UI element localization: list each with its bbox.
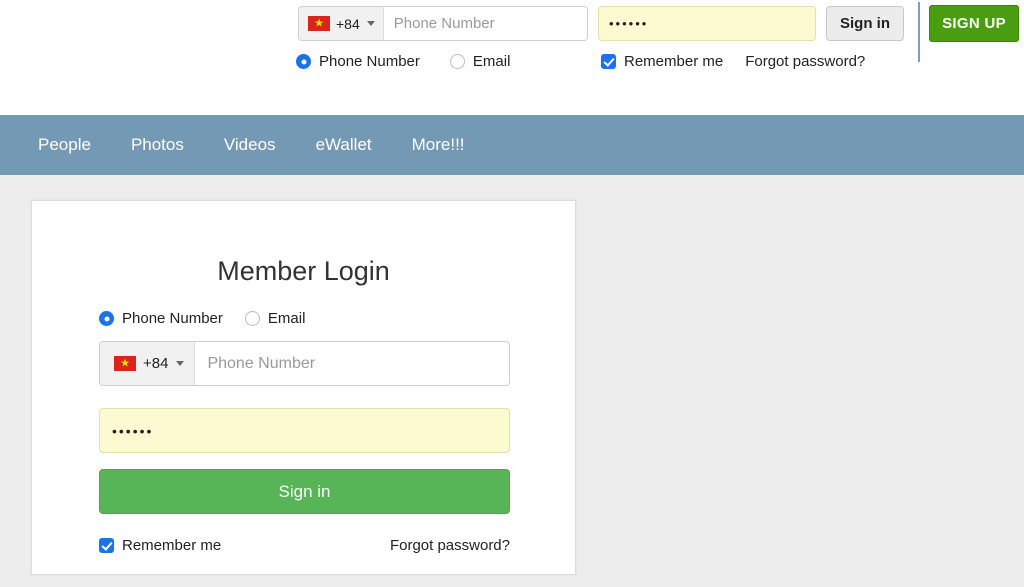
header-signin-button[interactable]: Sign in [826, 6, 904, 41]
radio-unselected-icon [449, 54, 465, 69]
card-dial-code: +84 [143, 355, 169, 372]
card-phone-input-group[interactable]: ★ +84 [99, 341, 510, 386]
nav-item-people[interactable]: People [18, 135, 111, 155]
card-radio-phone-label: Phone Number [122, 310, 223, 327]
header-forgot-password-link[interactable]: Forgot password? [745, 53, 865, 70]
radio-unselected-icon [244, 311, 260, 326]
flag-star-glyph: ★ [120, 357, 130, 369]
card-country-code-selector[interactable]: ★ +84 [100, 342, 196, 385]
card-signin-button[interactable]: Sign in [99, 469, 510, 514]
header-divider [918, 2, 920, 62]
nav-item-photos[interactable]: Photos [111, 135, 204, 155]
card-radio-phone[interactable]: Phone Number [99, 310, 223, 327]
card-radio-email-label: Email [267, 310, 306, 327]
page-content: Member Login Phone Number Email ★ +84 Ph… [0, 175, 1024, 587]
header-login-type-radios: Phone Number Email [296, 53, 510, 70]
flag-star-glyph: ★ [314, 17, 324, 29]
nav-item-more[interactable]: More!!! [392, 135, 485, 155]
member-login-card: Member Login Phone Number Email ★ +84 Ph… [31, 200, 576, 575]
checkbox-checked-icon [601, 54, 616, 69]
radio-selected-icon [99, 311, 114, 326]
page-title: Member Login [217, 256, 390, 286]
header-remember-me-checkbox[interactable]: Remember me [601, 53, 723, 70]
top-header: ★ +84 Sign in SIGN UP Phone Number Email [0, 0, 1024, 115]
header-remember-row: Remember me Forgot password? [601, 53, 865, 70]
main-navbar: People Photos Videos eWallet More!!! [0, 115, 1024, 175]
card-radio-email[interactable]: Email [244, 310, 306, 327]
card-password-input[interactable] [99, 408, 510, 453]
header-remember-me-label: Remember me [624, 53, 724, 70]
header-radio-phone[interactable]: Phone Number [296, 53, 420, 70]
checkbox-checked-icon [99, 538, 114, 553]
header-country-code-selector[interactable]: ★ +84 [299, 7, 384, 40]
vietnam-flag-icon: ★ [308, 16, 330, 31]
chevron-down-icon [176, 361, 185, 366]
card-bottom-row: Remember me Forgot password? [99, 537, 510, 554]
header-phone-input-group[interactable]: ★ +84 [298, 6, 588, 41]
chevron-down-icon [366, 21, 375, 26]
card-forgot-password-link[interactable]: Forgot password? [390, 537, 510, 554]
card-remember-me-label: Remember me [122, 537, 222, 554]
login-form: Phone Number Email ★ +84 Phone Number ••… [32, 310, 575, 554]
nav-item-videos[interactable]: Videos [204, 135, 296, 155]
header-login-form: ★ +84 Sign in [298, 6, 904, 41]
card-remember-me-checkbox[interactable]: Remember me [99, 537, 221, 554]
header-signup-button[interactable]: SIGN UP [929, 5, 1019, 42]
nav-item-ewallet[interactable]: eWallet [296, 135, 392, 155]
header-radio-email[interactable]: Email [449, 53, 511, 70]
header-phone-input[interactable] [383, 7, 587, 40]
card-login-type-radios: Phone Number Email [99, 310, 508, 327]
header-radio-email-label: Email [472, 53, 511, 70]
header-dial-code: +84 [336, 15, 360, 32]
page-root: ★ +84 Sign in SIGN UP Phone Number Email [0, 0, 1024, 587]
header-password-input[interactable] [598, 6, 816, 41]
radio-selected-icon [296, 54, 311, 69]
vietnam-flag-icon: ★ [114, 356, 136, 371]
card-phone-input[interactable] [195, 342, 509, 385]
header-radio-phone-label: Phone Number [319, 53, 420, 70]
